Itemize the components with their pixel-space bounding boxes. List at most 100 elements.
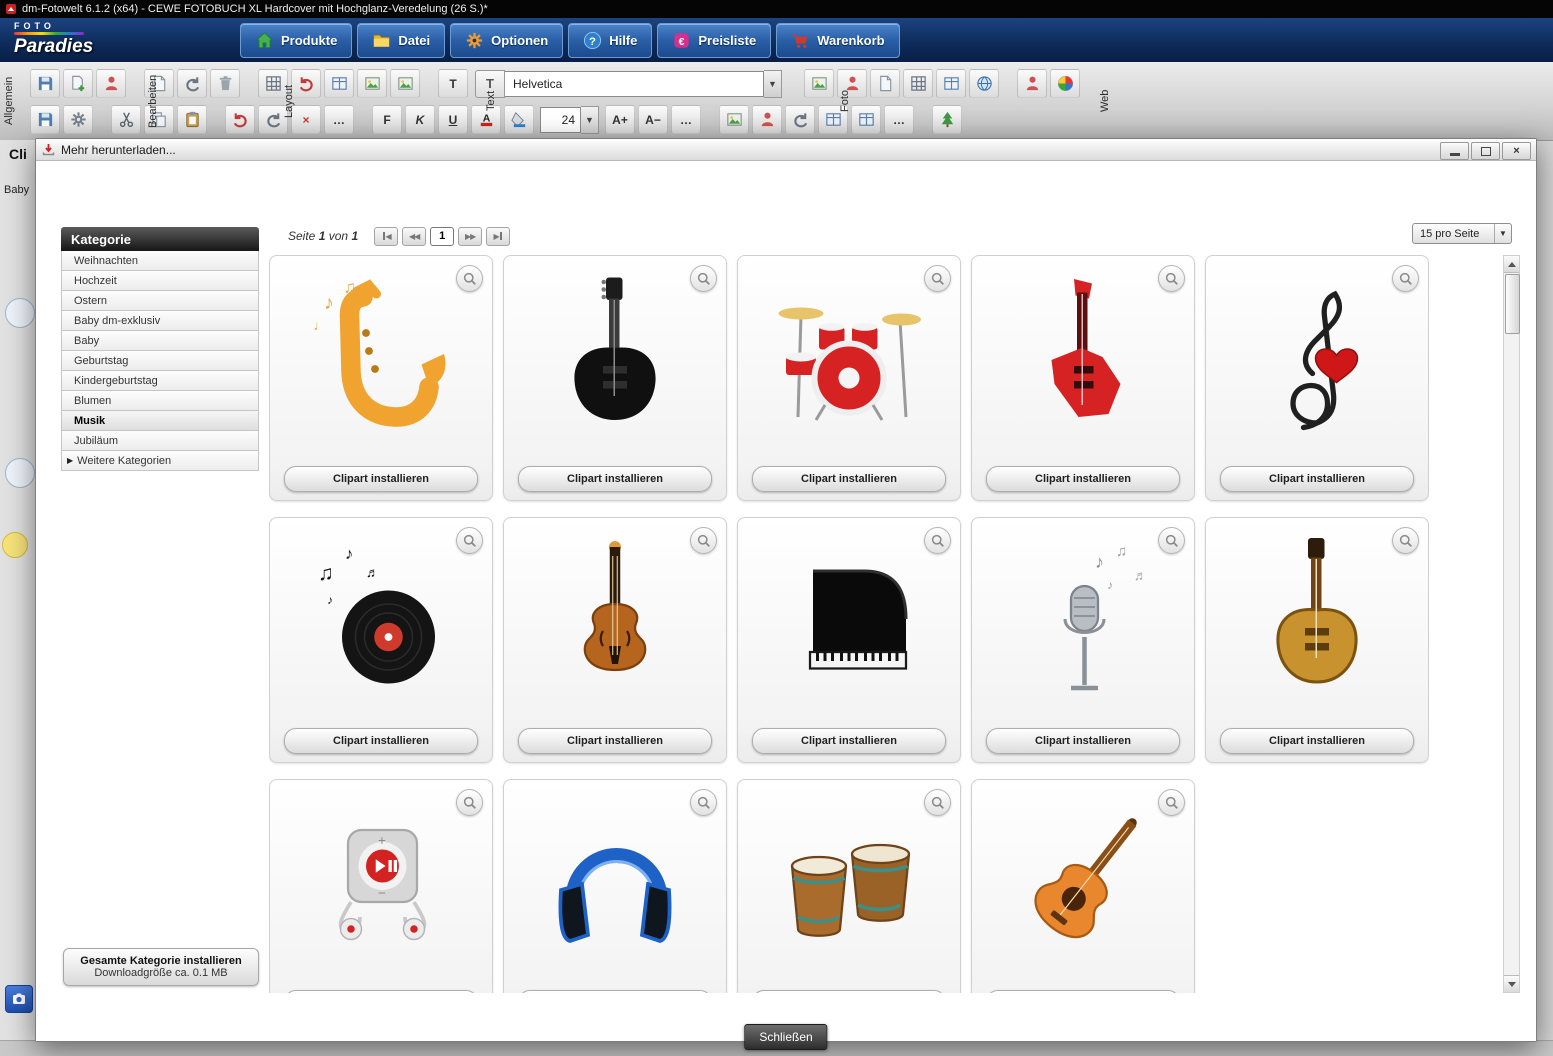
category-item-musik[interactable]: Musik: [61, 411, 259, 431]
pagination-next-button[interactable]: ▶▶: [458, 227, 482, 246]
clipart-install-button[interactable]: Clipart installieren: [986, 466, 1180, 492]
ribbon-tab-text[interactable]: Text: [484, 64, 498, 138]
zoom-icon[interactable]: [1392, 527, 1419, 554]
more-icon[interactable]: …: [884, 105, 914, 134]
undo-icon[interactable]: [225, 105, 255, 134]
category-item-weihnachten[interactable]: Weihnachten: [61, 251, 259, 271]
pagination-first-button[interactable]: ◀: [374, 227, 398, 246]
save-icon[interactable]: [30, 69, 60, 98]
fill-color-icon[interactable]: [504, 105, 534, 134]
more-icon[interactable]: …: [671, 105, 701, 134]
insert-textframe-icon[interactable]: T: [438, 69, 468, 98]
install-category-button[interactable]: Gesamte Kategorie installieren Downloadg…: [63, 948, 259, 986]
columns2-icon[interactable]: [851, 105, 881, 134]
page-size-select[interactable]: 15 pro Seite ▼: [1412, 223, 1512, 244]
nav-preisliste-button[interactable]: €Preisliste: [657, 23, 771, 58]
pagination-last-button[interactable]: ▶: [486, 227, 510, 246]
close-button[interactable]: Schließen: [744, 1024, 827, 1050]
redo-icon[interactable]: [177, 69, 207, 98]
clipart-install-button[interactable]: Clipart installieren: [986, 728, 1180, 754]
category-item-blumen[interactable]: Blumen: [61, 391, 259, 411]
shrink-font-icon[interactable]: A−: [638, 105, 668, 134]
nav-hilfe-button[interactable]: ?Hilfe: [568, 23, 652, 58]
insert-frames-icon[interactable]: [390, 69, 420, 98]
cut-icon[interactable]: [111, 105, 141, 134]
edit-image-icon[interactable]: [719, 105, 749, 134]
scrollbar-thumb[interactable]: [1505, 274, 1520, 334]
category-item-ostern[interactable]: Ostern: [61, 291, 259, 311]
category-item-hochzeit[interactable]: Hochzeit: [61, 271, 259, 291]
zoom-icon[interactable]: [690, 265, 717, 292]
clipart-install-button[interactable]: Clipart installieren: [1220, 728, 1414, 754]
clipart-install-button[interactable]: Clipart installieren: [752, 728, 946, 754]
scroll-up-button[interactable]: [1504, 256, 1519, 273]
zoom-icon[interactable]: [1392, 265, 1419, 292]
more-icon[interactable]: …: [324, 105, 354, 134]
new-page-icon[interactable]: [63, 69, 93, 98]
underline-icon[interactable]: U: [438, 105, 468, 134]
zoom-icon[interactable]: [456, 789, 483, 816]
pagination-current-page[interactable]: 1: [430, 227, 454, 246]
clipart-install-button[interactable]: Clipart installieren: [284, 990, 478, 993]
clipart-install-button[interactable]: Clipart installieren: [284, 728, 478, 754]
dialog-maximize-button[interactable]: [1471, 142, 1500, 160]
pagination-prev-button[interactable]: ◀◀: [402, 227, 426, 246]
nav-datei-button[interactable]: Datei: [357, 23, 445, 58]
person-icon[interactable]: [752, 105, 782, 134]
zoom-icon[interactable]: [456, 265, 483, 292]
delete-icon[interactable]: [210, 69, 240, 98]
zoom-icon[interactable]: [924, 789, 951, 816]
scroll-down-button[interactable]: [1504, 975, 1519, 992]
add-person-icon[interactable]: [1017, 69, 1047, 98]
category-item-jubiläum[interactable]: Jubiläum: [61, 431, 259, 451]
save-as-icon[interactable]: [30, 105, 60, 134]
assistant-icon[interactable]: [96, 69, 126, 98]
vertical-scrollbar[interactable]: [1503, 255, 1520, 993]
category-item-kindergeburtstag[interactable]: Kindergeburtstag: [61, 371, 259, 391]
dialog-minimize-button[interactable]: [1440, 142, 1469, 160]
dialog-close-button[interactable]: ×: [1502, 142, 1531, 160]
clipart-install-button[interactable]: Clipart installieren: [1220, 466, 1414, 492]
category-item-weitere-kategorien[interactable]: ▶Weitere Kategorien: [61, 451, 259, 471]
photo-tool-icon[interactable]: [5, 985, 33, 1013]
clipart-install-button[interactable]: Clipart installieren: [284, 466, 478, 492]
clipart-install-button[interactable]: Clipart installieren: [752, 466, 946, 492]
grow-font-icon[interactable]: A+: [605, 105, 635, 134]
zoom-icon[interactable]: [924, 527, 951, 554]
insert-frame-icon[interactable]: [357, 69, 387, 98]
italic-icon[interactable]: K: [405, 105, 435, 134]
zoom-icon[interactable]: [1158, 789, 1185, 816]
zoom-icon[interactable]: [690, 527, 717, 554]
zoom-icon[interactable]: [1158, 527, 1185, 554]
settings-icon[interactable]: [63, 105, 93, 134]
rotate-image-icon[interactable]: [785, 105, 815, 134]
ribbon-tab-layout[interactable]: Layout: [282, 64, 296, 138]
resize-icon[interactable]: [903, 69, 933, 98]
insert-image-icon[interactable]: [804, 69, 834, 98]
nav-produkte-button[interactable]: Produkte: [240, 23, 352, 58]
copy-style-icon[interactable]: [870, 69, 900, 98]
clipart-install-button[interactable]: Clipart installieren: [518, 990, 712, 993]
clipart-install-button[interactable]: Clipart installieren: [518, 728, 712, 754]
clipart-install-button[interactable]: Clipart installieren: [518, 466, 712, 492]
clipart-install-button[interactable]: Clipart installieren: [986, 990, 1180, 993]
zoom-icon[interactable]: [690, 789, 717, 816]
clipart-install-button[interactable]: Clipart installieren: [752, 990, 946, 993]
nav-warenkorb-button[interactable]: Warenkorb: [776, 23, 899, 58]
nav-optionen-button[interactable]: Optionen: [450, 23, 563, 58]
columns-icon[interactable]: [936, 69, 966, 98]
globe-icon[interactable]: [969, 69, 999, 98]
layout-icon[interactable]: [324, 69, 354, 98]
ribbon-tab-web[interactable]: Web: [1098, 64, 1112, 138]
bold-icon[interactable]: F: [372, 105, 402, 134]
color-ball-icon[interactable]: [1050, 69, 1080, 98]
tree-icon[interactable]: [932, 105, 962, 134]
ribbon-tab-bearbeiten[interactable]: Bearbeiten: [146, 64, 160, 138]
ribbon-tab-allgemein[interactable]: Allgemein: [2, 64, 16, 138]
zoom-icon[interactable]: [924, 265, 951, 292]
category-item-baby-dm-exklusiv[interactable]: Baby dm-exklusiv: [61, 311, 259, 331]
font-size-select[interactable]: 24▼: [540, 107, 599, 133]
ribbon-tab-foto[interactable]: Foto: [838, 64, 852, 138]
zoom-icon[interactable]: [456, 527, 483, 554]
zoom-icon[interactable]: [1158, 265, 1185, 292]
